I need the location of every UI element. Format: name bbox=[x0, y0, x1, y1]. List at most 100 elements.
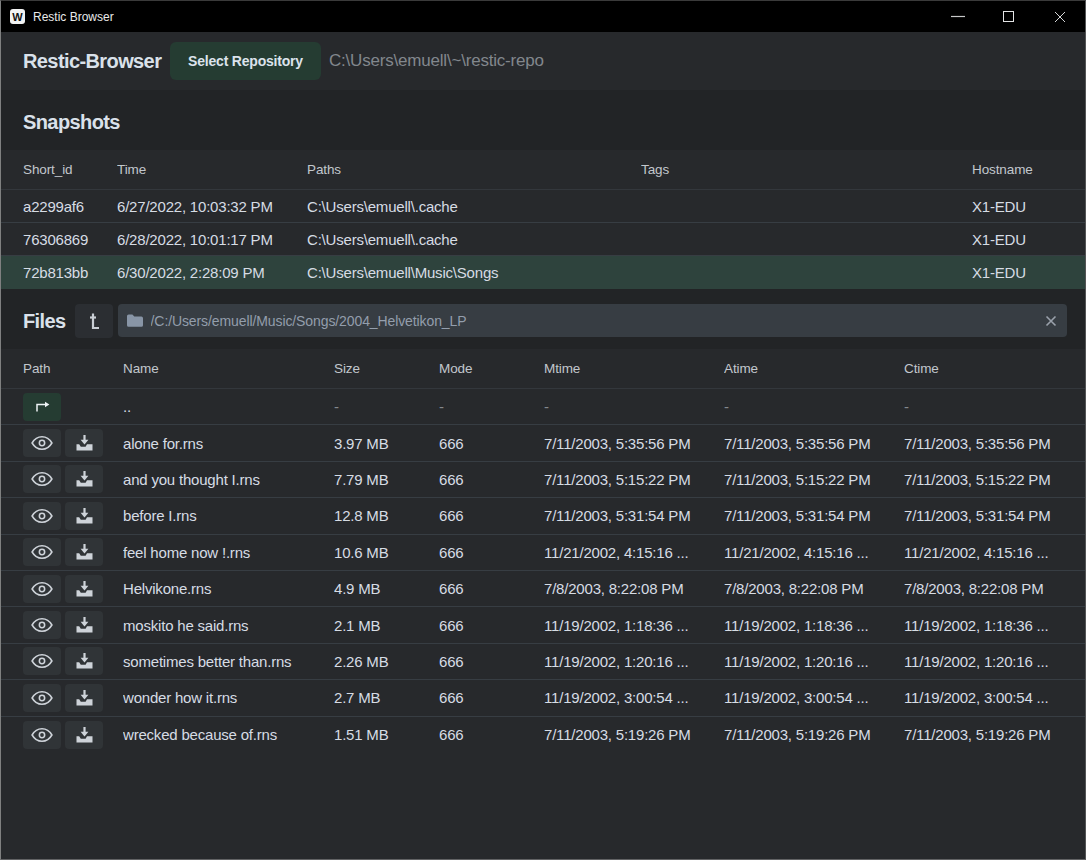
file-mtime: 7/8/2003, 8:22:08 PM bbox=[544, 580, 724, 597]
app-title: Restic-Browser bbox=[23, 50, 158, 73]
file-row-0[interactable]: alone for.rns 3.97 MB 666 7/11/2003, 5:3… bbox=[1, 425, 1085, 461]
file-name: .. bbox=[123, 398, 334, 415]
col-name: Name bbox=[123, 361, 334, 376]
snapshot-paths: C:\Users\emuell\Music\Songs bbox=[307, 264, 641, 281]
eye-icon bbox=[31, 508, 53, 524]
snapshot-row-0[interactable]: a2299af6 6/27/2022, 10:03:32 PM C:\Users… bbox=[1, 190, 1085, 223]
col-atime: Atime bbox=[724, 361, 904, 376]
download-file-button[interactable] bbox=[65, 429, 103, 457]
file-size: 1.51 MB bbox=[334, 726, 439, 743]
eye-icon bbox=[31, 727, 53, 743]
file-atime: 7/11/2003, 5:15:22 PM bbox=[724, 471, 904, 488]
download-file-button[interactable] bbox=[65, 538, 103, 566]
file-ctime: 7/11/2003, 5:35:56 PM bbox=[904, 435, 1085, 452]
minimize-button[interactable] bbox=[932, 1, 983, 32]
file-row-5[interactable]: moskito he said.rns 2.1 MB 666 11/19/200… bbox=[1, 607, 1085, 643]
close-button[interactable] bbox=[1034, 1, 1085, 32]
tree-toggle-button[interactable] bbox=[75, 304, 113, 338]
file-ctime: 7/11/2003, 5:31:54 PM bbox=[904, 507, 1085, 524]
download-file-button[interactable] bbox=[65, 611, 103, 639]
files-table-header: Path Name Size Mode Mtime Atime Ctime bbox=[1, 349, 1085, 389]
parent-dir-button[interactable] bbox=[23, 393, 61, 421]
file-name: alone for.rns bbox=[123, 435, 334, 452]
eye-icon bbox=[31, 581, 53, 597]
preview-file-button[interactable] bbox=[23, 465, 61, 493]
download-file-button[interactable] bbox=[65, 575, 103, 603]
file-ctime: 11/21/2002, 4:15:16 ... bbox=[904, 544, 1085, 561]
clear-path-button[interactable] bbox=[1043, 313, 1059, 329]
download-file-button[interactable] bbox=[65, 721, 103, 749]
file-row-2[interactable]: before I.rns 12.8 MB 666 7/11/2003, 5:31… bbox=[1, 498, 1085, 534]
snapshot-time: 6/30/2022, 2:28:09 PM bbox=[117, 264, 307, 281]
titlebar: W Restic Browser bbox=[1, 1, 1085, 32]
download-icon bbox=[76, 617, 93, 633]
preview-file-button[interactable] bbox=[23, 647, 61, 675]
file-mode: 666 bbox=[439, 689, 544, 706]
file-row-6[interactable]: sometimes better than.rns 2.26 MB 666 11… bbox=[1, 644, 1085, 680]
file-mode: 666 bbox=[439, 617, 544, 634]
preview-file-button[interactable] bbox=[23, 429, 61, 457]
file-row-4[interactable]: Helvikone.rns 4.9 MB 666 7/8/2003, 8:22:… bbox=[1, 571, 1085, 607]
file-mtime: 7/11/2003, 5:31:54 PM bbox=[544, 507, 724, 524]
preview-file-button[interactable] bbox=[23, 575, 61, 603]
file-size: 2.26 MB bbox=[334, 653, 439, 670]
snapshot-hostname: X1-EDU bbox=[972, 264, 1085, 281]
file-name: before I.rns bbox=[123, 507, 334, 524]
file-ctime: 11/19/2002, 3:00:54 ... bbox=[904, 689, 1085, 706]
snapshot-row-1[interactable]: 76306869 6/28/2022, 10:01:17 PM C:\Users… bbox=[1, 223, 1085, 256]
eye-icon bbox=[31, 471, 53, 487]
file-atime: 11/19/2002, 1:18:36 ... bbox=[724, 617, 904, 634]
preview-file-button[interactable] bbox=[23, 538, 61, 566]
file-atime: 11/19/2002, 3:00:54 ... bbox=[724, 689, 904, 706]
preview-file-button[interactable] bbox=[23, 721, 61, 749]
download-file-button[interactable] bbox=[65, 647, 103, 675]
preview-file-button[interactable] bbox=[23, 684, 61, 712]
snapshot-row-2[interactable]: 72b813bb 6/30/2022, 2:28:09 PM C:\Users\… bbox=[1, 256, 1085, 289]
file-ctime: 11/19/2002, 1:18:36 ... bbox=[904, 617, 1085, 634]
window-title: Restic Browser bbox=[33, 10, 114, 24]
file-ctime: 7/11/2003, 5:15:22 PM bbox=[904, 471, 1085, 488]
file-atime: 7/11/2003, 5:31:54 PM bbox=[724, 507, 904, 524]
col-mode: Mode bbox=[439, 361, 544, 376]
app-header: Restic-Browser Select Repository C:\User… bbox=[1, 32, 1085, 90]
download-icon bbox=[76, 581, 93, 597]
file-mode: 666 bbox=[439, 544, 544, 561]
files-path-input[interactable]: /C:/Users/emuell/Music/Songs/2004_Helvet… bbox=[151, 313, 1043, 329]
file-size: 10.6 MB bbox=[334, 544, 439, 561]
col-paths: Paths bbox=[307, 162, 641, 177]
file-ctime: 7/11/2003, 5:19:26 PM bbox=[904, 726, 1085, 743]
file-mode: - bbox=[439, 398, 544, 415]
file-row-1[interactable]: and you thought I.rns 7.79 MB 666 7/11/2… bbox=[1, 462, 1085, 498]
file-atime: 11/21/2002, 4:15:16 ... bbox=[724, 544, 904, 561]
clear-icon bbox=[1045, 315, 1057, 327]
download-file-button[interactable] bbox=[65, 684, 103, 712]
files-section-header: Files /C:/Users/emuell/Music/Songs/2004_… bbox=[1, 289, 1085, 349]
file-ctime: 11/19/2002, 1:20:16 ... bbox=[904, 653, 1085, 670]
download-icon bbox=[76, 435, 93, 451]
eye-icon bbox=[31, 617, 53, 633]
eye-icon bbox=[31, 544, 53, 560]
download-file-button[interactable] bbox=[65, 465, 103, 493]
minimize-icon bbox=[951, 11, 965, 22]
file-size: 12.8 MB bbox=[334, 507, 439, 524]
maximize-button[interactable] bbox=[983, 1, 1034, 32]
file-row-parent[interactable]: .. - - - - - bbox=[1, 389, 1085, 425]
preview-file-button[interactable] bbox=[23, 502, 61, 530]
select-repository-button[interactable]: Select Repository bbox=[170, 42, 321, 80]
up-dir-icon bbox=[34, 400, 50, 413]
snapshot-time: 6/27/2022, 10:03:32 PM bbox=[117, 198, 307, 215]
file-row-7[interactable]: wonder how it.rns 2.7 MB 666 11/19/2002,… bbox=[1, 680, 1085, 716]
file-row-8[interactable]: wrecked because of.rns 1.51 MB 666 7/11/… bbox=[1, 717, 1085, 753]
file-name: moskito he said.rns bbox=[123, 617, 334, 634]
download-file-button[interactable] bbox=[65, 502, 103, 530]
file-ctime: - bbox=[904, 398, 1085, 415]
snapshots-table-header: Short_id Time Paths Tags Hostname bbox=[1, 150, 1085, 190]
file-atime: 7/11/2003, 5:35:56 PM bbox=[724, 435, 904, 452]
app-logo-icon: W bbox=[10, 9, 25, 24]
file-row-3[interactable]: feel home now !.rns 10.6 MB 666 11/21/20… bbox=[1, 535, 1085, 571]
file-mtime: 7/11/2003, 5:15:22 PM bbox=[544, 471, 724, 488]
preview-file-button[interactable] bbox=[23, 611, 61, 639]
file-mode: 666 bbox=[439, 580, 544, 597]
files-path-bar[interactable]: /C:/Users/emuell/Music/Songs/2004_Helvet… bbox=[118, 304, 1067, 337]
snapshot-short-id: 72b813bb bbox=[23, 264, 117, 281]
